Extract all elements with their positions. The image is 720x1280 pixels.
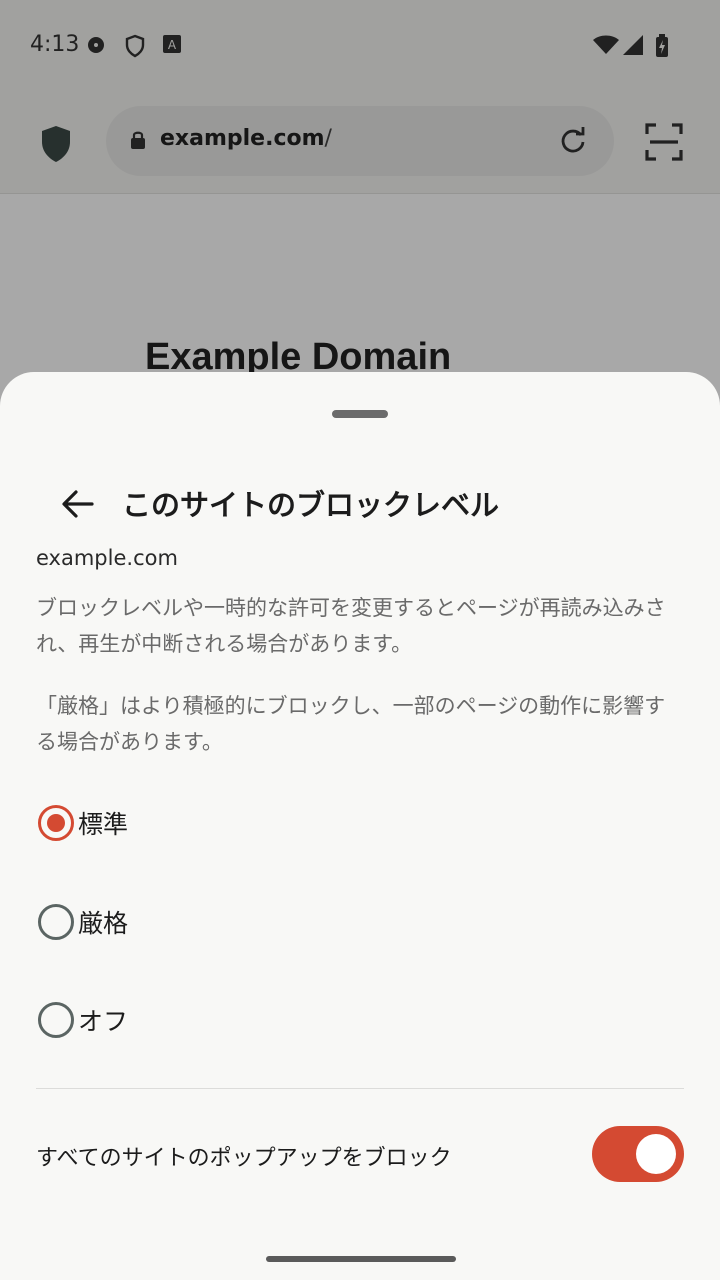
strict-warning-text: 「厳格」はより積極的にブロックし、一部のページの動作に影響する場合があります。 xyxy=(36,694,666,754)
radio-button[interactable] xyxy=(38,904,74,940)
gesture-nav-handle[interactable] xyxy=(266,1256,456,1262)
radio-option-standard[interactable]: 標準 xyxy=(24,783,696,863)
radio-label: オフ xyxy=(78,1007,129,1036)
popup-block-toggle[interactable] xyxy=(592,1126,684,1182)
radio-button[interactable] xyxy=(38,1002,74,1038)
drag-handle[interactable] xyxy=(332,410,388,418)
divider xyxy=(36,1088,684,1089)
radio-option-off[interactable]: オフ xyxy=(24,980,696,1060)
reload-warning-text: ブロックレベルや一時的な許可を変更するとページが再読み込みされ、再生が中断される… xyxy=(36,596,666,656)
radio-option-strict[interactable]: 厳格 xyxy=(24,882,696,962)
radio-label: 厳格 xyxy=(78,909,129,938)
radio-button-selected[interactable] xyxy=(38,805,74,841)
back-arrow-icon xyxy=(62,490,94,518)
sheet-title: このサイトのブロックレベル xyxy=(122,488,500,522)
back-button[interactable] xyxy=(50,476,106,532)
site-name: example.com xyxy=(36,546,178,570)
toggle-knob xyxy=(636,1134,676,1174)
block-level-sheet: このサイトのブロックレベル example.com ブロックレベルや一時的な許可… xyxy=(0,372,720,1280)
radio-label: 標準 xyxy=(78,810,129,839)
popup-block-label: すべてのサイトのポップアップをブロック xyxy=(36,1146,452,1171)
